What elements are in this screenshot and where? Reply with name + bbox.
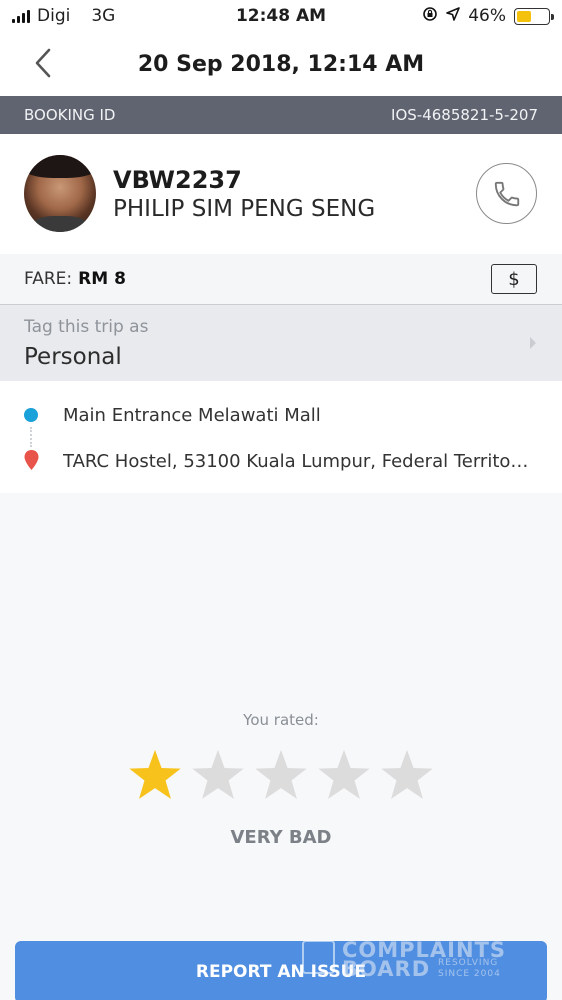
star-icon-4[interactable] (315, 748, 373, 804)
call-driver-button[interactable] (476, 163, 537, 224)
booking-id-label: BOOKING ID (24, 106, 116, 124)
rating-area: You rated: VERY BAD (0, 493, 562, 1000)
status-left: Digi 3G (12, 6, 115, 26)
fare-label: FARE: (24, 269, 73, 289)
tag-trip-row[interactable]: Tag this trip as Personal (0, 305, 562, 381)
battery-percent: 46% (468, 6, 506, 26)
payment-method-button[interactable]: $ (491, 264, 537, 294)
rated-label: You rated: (243, 711, 319, 729)
battery-level (517, 10, 531, 22)
status-bar: Digi 3G 12:48 AM 46% (0, 0, 562, 32)
phone-icon (494, 181, 519, 206)
chevron-left-icon (35, 48, 51, 78)
signal-icon (12, 9, 30, 23)
tag-trip-value: Personal (24, 344, 122, 370)
tag-trip-label: Tag this trip as (24, 317, 149, 337)
booking-bar: BOOKING ID IOS-4685821-5-207 (0, 96, 562, 134)
page-title: 20 Sep 2018, 12:14 AM (137, 51, 425, 77)
route-line (30, 427, 32, 447)
rating-text: VERY BAD (230, 827, 332, 848)
fare-value: RM 8 (78, 269, 126, 289)
network-label: 3G (91, 6, 116, 26)
star-icon-3[interactable] (252, 748, 310, 804)
chevron-right-icon (530, 337, 536, 349)
pickup-dot-icon (24, 408, 38, 422)
location-arrow-icon (446, 6, 461, 26)
rating-stars (126, 748, 441, 808)
star-icon-5[interactable] (378, 748, 436, 804)
report-issue-label: REPORT AN ISSUE (195, 962, 367, 982)
back-button[interactable] (28, 46, 58, 80)
star-icon-1[interactable] (126, 748, 184, 804)
cash-icon: $ (508, 268, 520, 290)
nav-bar: 20 Sep 2018, 12:14 AM (0, 32, 562, 96)
fare-row: FARE: RM 8 $ (0, 254, 562, 304)
dropoff-address: TARC Hostel, 53100 Kuala Lumpur, Federal… (63, 451, 533, 472)
pickup-address: Main Entrance Melawati Mall (63, 405, 321, 426)
booking-id-value: IOS-4685821-5-207 (391, 106, 538, 124)
star-icon-2[interactable] (189, 748, 247, 804)
vehicle-plate: VBW2237 (113, 166, 242, 194)
battery-icon (514, 7, 554, 25)
lock-rotation-icon (422, 6, 438, 27)
status-right: 46% (422, 6, 554, 27)
carrier-label: Digi (37, 6, 71, 26)
route-card: Main Entrance Melawati Mall TARC Hostel,… (0, 381, 562, 493)
driver-avatar (24, 155, 96, 232)
location-pin-icon (24, 450, 39, 470)
driver-card: VBW2237 PHILIP SIM PENG SENG (0, 134, 562, 254)
report-issue-button[interactable]: REPORT AN ISSUE (15, 941, 547, 1000)
driver-name: PHILIP SIM PENG SENG (113, 196, 376, 222)
